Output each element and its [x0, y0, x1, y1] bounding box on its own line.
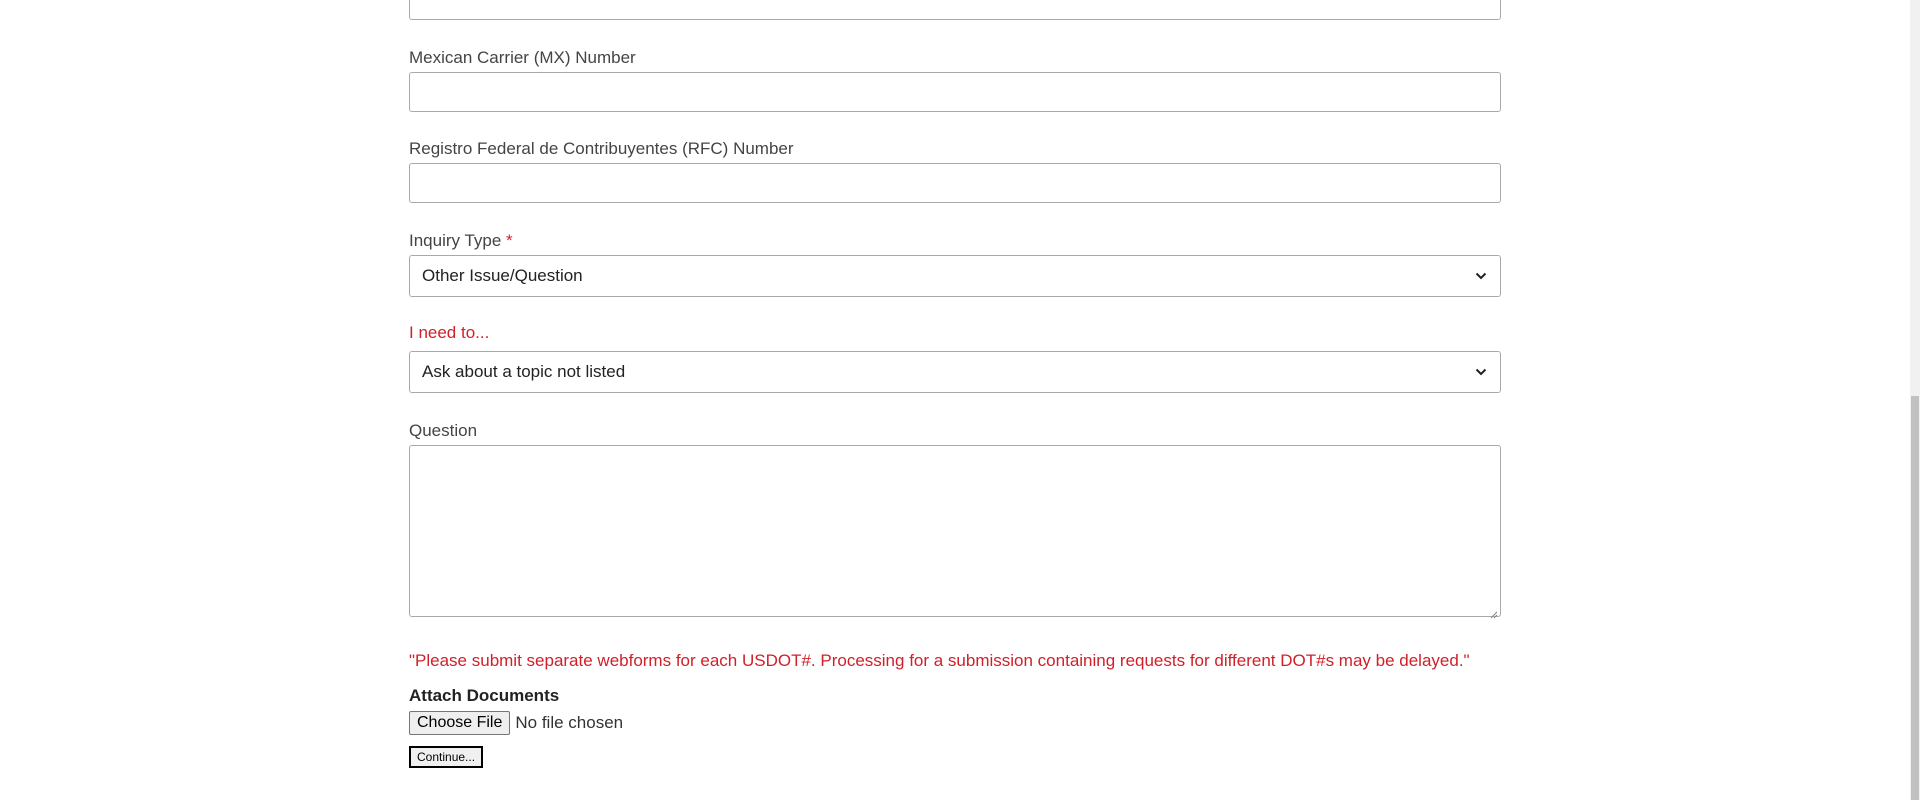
inquiry-type-label: Inquiry Type *	[409, 231, 513, 251]
page: Mexican Carrier (MX) Number Registro Fed…	[0, 0, 1920, 800]
previous-field-input[interactable]	[409, 0, 1501, 20]
mx-number-input[interactable]	[409, 72, 1501, 112]
question-label: Question	[409, 421, 478, 440]
inquiry-type-selected-value: Other Issue/Question	[422, 266, 583, 285]
scrollbar-thumb[interactable]	[1911, 396, 1919, 800]
resize-grip-icon[interactable]	[1490, 606, 1498, 619]
rfc-number-label: Registro Federal de Contribuyentes (RFC)…	[409, 139, 794, 158]
separate-webforms-notice: "Please submit separate webforms for eac…	[409, 651, 1470, 670]
mx-number-label: Mexican Carrier (MX) Number	[409, 48, 636, 67]
question-textarea[interactable]	[409, 445, 1501, 619]
need-to-select[interactable]: Ask about a topic not listed	[409, 351, 1501, 393]
choose-file-button[interactable]: Choose File	[409, 711, 511, 735]
need-to-selected-value: Ask about a topic not listed	[422, 362, 626, 381]
rfc-number-input[interactable]	[409, 163, 1501, 203]
inquiry-type-label-text: Inquiry Type	[409, 231, 502, 250]
chevron-down-icon	[1474, 269, 1488, 283]
need-to-label: I need to...	[409, 323, 490, 342]
file-status-text: No file chosen	[515, 713, 624, 732]
file-picker: Choose File No file chosen	[409, 711, 623, 735]
attach-documents-title: Attach Documents	[409, 686, 560, 705]
inquiry-type-select[interactable]: Other Issue/Question	[409, 255, 1501, 297]
required-marker: *	[506, 231, 513, 250]
chevron-down-icon	[1474, 365, 1488, 379]
continue-button[interactable]: Continue...	[409, 746, 484, 768]
